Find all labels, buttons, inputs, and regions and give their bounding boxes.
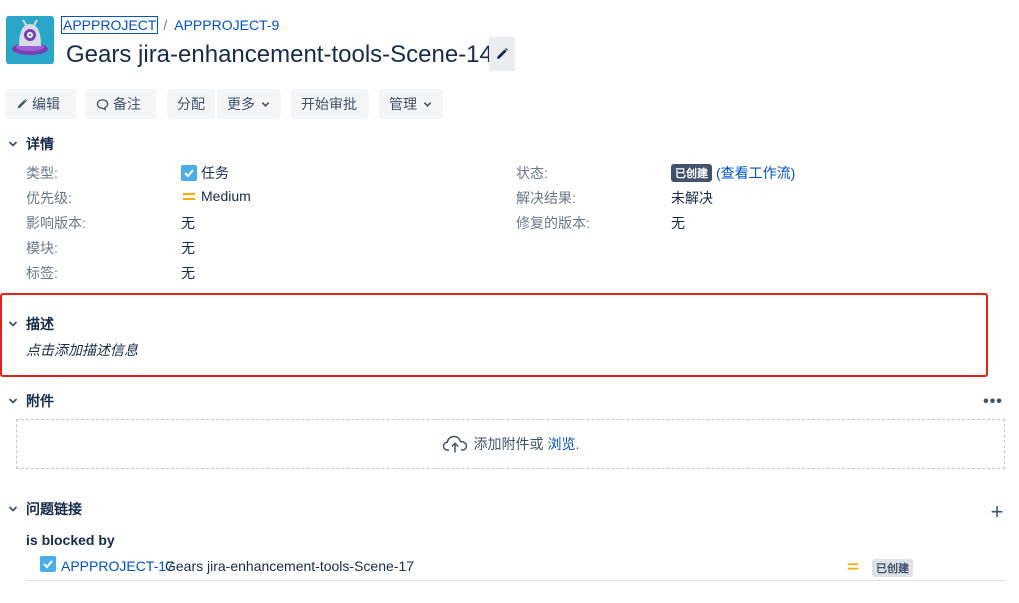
cloud-upload-icon — [442, 435, 467, 453]
priority-medium-icon — [847, 563, 859, 570]
more-button-label: 更多 — [227, 96, 255, 112]
fix-version-label: 修复的版本: — [516, 215, 590, 231]
priority-medium-icon — [183, 193, 195, 200]
pencil-icon — [497, 48, 508, 59]
attachment-drop-text: 添加附件或 — [473, 436, 544, 452]
assign-button-label: 分配 — [177, 96, 205, 112]
issue-links-heading: 问题链接 — [26, 501, 82, 517]
linked-issue-row[interactable]: APPPROJECT-17 Gears jira-enhancement-too… — [26, 553, 1005, 581]
comment-button[interactable]: 备注 — [86, 89, 156, 119]
edit-title-button[interactable] — [489, 37, 515, 71]
breadcrumb-separator: / — [163, 17, 168, 33]
pencil-icon — [17, 98, 28, 109]
description-highlight-box — [0, 293, 988, 377]
chevron-down-icon — [8, 506, 18, 512]
issue-title[interactable]: Gears jira-enhancement-tools-Scene-14 — [59, 37, 500, 71]
more-button[interactable]: 更多 — [217, 89, 281, 119]
chevron-down-icon — [261, 101, 270, 107]
status-label: 状态: — [516, 165, 548, 181]
edit-button-label: 编辑 — [32, 96, 60, 112]
manage-button-label: 管理 — [389, 96, 417, 112]
chevron-down-icon — [8, 141, 18, 147]
task-check-icon — [181, 165, 197, 181]
task-check-icon — [40, 556, 56, 572]
issue-links-toggle[interactable]: 问题链接 — [6, 499, 1006, 519]
start-review-button[interactable]: 开始审批 — [291, 89, 369, 119]
details-toggle[interactable]: 详情 — [6, 134, 1006, 154]
type-value: 任务 — [181, 163, 229, 183]
attachments-more-button[interactable]: ••• — [983, 392, 1003, 412]
attachment-drop-zone[interactable]: 添加附件或 浏览. — [16, 419, 1005, 469]
priority-label: 优先级: — [26, 190, 72, 206]
attachments-toggle[interactable]: 附件 — [6, 391, 1006, 411]
status-badge: 已创建 — [671, 164, 712, 182]
description-toggle[interactable]: 描述 — [6, 314, 1006, 334]
type-label: 类型: — [26, 165, 58, 181]
affects-version-label: 影响版本: — [26, 215, 86, 231]
labels-label: 标签: — [26, 265, 58, 281]
labels-value: 无 — [181, 265, 195, 281]
chevron-down-icon — [8, 321, 18, 327]
details-heading: 详情 — [26, 136, 54, 152]
component-label: 模块: — [26, 240, 58, 256]
description-section: 描述 — [6, 314, 1006, 334]
assign-button[interactable]: 分配 — [167, 89, 215, 119]
priority-value-text: Medium — [201, 188, 251, 204]
attachments-section: 附件 — [6, 391, 1006, 411]
linked-issue-status-badge: 已创建 — [872, 559, 913, 577]
chevron-down-icon — [423, 101, 432, 107]
issue-links-section: 问题链接 — [6, 499, 1006, 519]
add-issue-link-button[interactable]: + — [987, 501, 1007, 523]
resolution-value: 未解决 — [671, 190, 713, 206]
comment-button-label: 备注 — [113, 96, 141, 112]
priority-value: Medium — [181, 188, 251, 204]
breadcrumb-issue-link[interactable]: APPPROJECT-9 — [173, 17, 280, 33]
chevron-down-icon — [8, 398, 18, 404]
breadcrumb: APPPROJECT / APPPROJECT-9 — [60, 15, 280, 35]
comment-icon — [96, 98, 109, 111]
manage-button[interactable]: 管理 — [379, 89, 443, 119]
attachments-heading: 附件 — [26, 393, 54, 409]
browse-link[interactable]: 浏览. — [548, 434, 580, 454]
type-value-text: 任务 — [201, 165, 229, 181]
fix-version-value: 无 — [671, 215, 685, 231]
start-review-button-label: 开始审批 — [301, 96, 357, 112]
linked-issue-key[interactable]: APPPROJECT-17 — [61, 558, 174, 574]
details-section: 详情 类型: 任务 优先级: Medium 影响版本: 无 模块: 无 标签: … — [6, 134, 1006, 284]
project-avatar-icon[interactable] — [6, 16, 54, 64]
edit-button[interactable]: 编辑 — [6, 89, 76, 119]
resolution-label: 解决结果: — [516, 190, 576, 206]
breadcrumb-project-link[interactable]: APPPROJECT — [60, 16, 159, 34]
affects-version-value: 无 — [181, 215, 195, 231]
description-heading: 描述 — [26, 316, 54, 332]
component-value: 无 — [181, 240, 195, 256]
issue-header: APPPROJECT / APPPROJECT-9 Gears jira-enh… — [6, 14, 1006, 74]
description-placeholder[interactable]: 点击添加描述信息 — [26, 340, 138, 360]
status-value: 已创建 (查看工作流) — [671, 163, 795, 183]
link-type-label: is blocked by — [26, 532, 115, 548]
view-workflow-link[interactable]: (查看工作流) — [716, 163, 795, 183]
linked-issue-summary[interactable]: Gears jira-enhancement-tools-Scene-17 — [165, 558, 414, 574]
